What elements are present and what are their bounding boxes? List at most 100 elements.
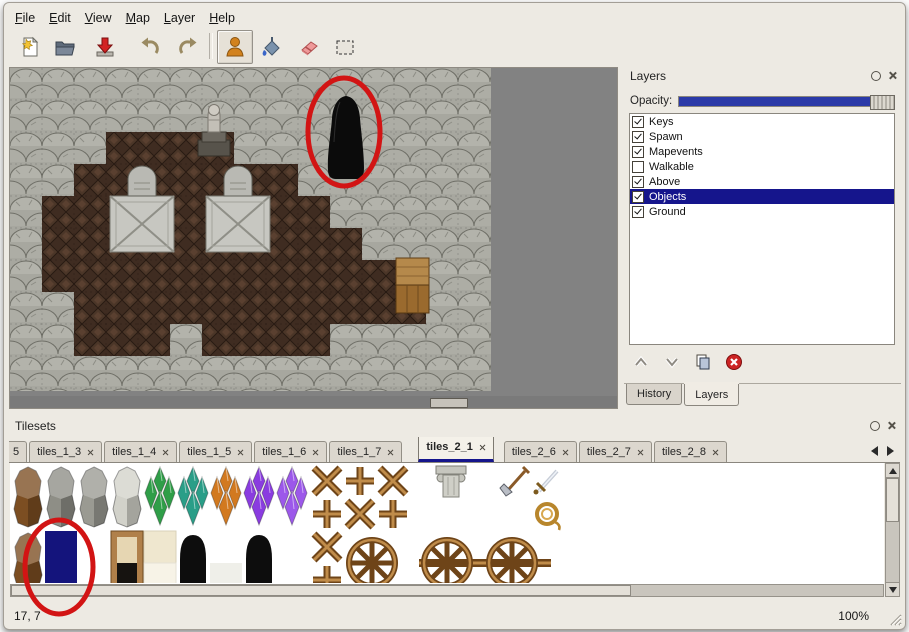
close-icon[interactable] xyxy=(479,444,486,451)
menu-help[interactable]: Help xyxy=(202,9,242,27)
menu-view[interactable]: View xyxy=(78,9,119,27)
track-wheel-tile[interactable] xyxy=(488,539,536,583)
cream-tile[interactable] xyxy=(144,531,176,563)
chevron-down-icon xyxy=(663,354,681,370)
redo-button[interactable] xyxy=(170,30,206,64)
tileset-hscrollbar-thumb[interactable] xyxy=(11,585,631,596)
float-icon xyxy=(870,421,880,431)
door-frame-tile[interactable] xyxy=(111,531,143,583)
map-canvas[interactable] xyxy=(10,68,491,391)
menubar: File Edit View Map Layer Help xyxy=(8,8,901,27)
tab-history[interactable]: History xyxy=(626,384,682,405)
layer-label: Spawn xyxy=(649,131,683,143)
layer-row[interactable]: Spawn xyxy=(630,129,894,144)
tab-layers[interactable]: Layers xyxy=(684,384,739,406)
selected-tile[interactable] xyxy=(45,531,77,583)
eraser-tool-button[interactable] xyxy=(291,30,327,64)
layer-checkbox[interactable] xyxy=(632,206,644,218)
panel-float-button[interactable] xyxy=(868,419,881,432)
close-icon[interactable] xyxy=(387,449,394,456)
tileset-tab-label: tiles_1_7 xyxy=(337,446,381,458)
track-wheel-tile[interactable] xyxy=(348,539,396,583)
new-file-icon xyxy=(18,35,42,59)
layer-row[interactable]: Above xyxy=(630,174,894,189)
tileset-tab[interactable]: tiles_2_8 xyxy=(654,441,727,462)
cream-tile[interactable] xyxy=(144,563,176,583)
layer-row[interactable]: Objects xyxy=(630,189,894,204)
arrow-right-icon xyxy=(887,446,894,456)
layer-row[interactable]: Ground xyxy=(630,204,894,219)
save-button[interactable] xyxy=(87,30,123,64)
rock-brown-tile[interactable] xyxy=(14,533,42,583)
scroll-down-button[interactable] xyxy=(886,582,899,596)
rock-gray-tile[interactable] xyxy=(47,467,75,527)
tab-scroll-left-button[interactable] xyxy=(866,441,882,461)
layer-row[interactable]: Walkable xyxy=(630,159,894,174)
layer-checkbox[interactable] xyxy=(632,146,644,158)
tab-scroll-right-button[interactable] xyxy=(882,441,898,461)
layer-checkbox[interactable] xyxy=(632,191,644,203)
panel-float-button[interactable] xyxy=(869,69,882,82)
layer-checkbox[interactable] xyxy=(632,131,644,143)
tileset-tab[interactable]: tiles_1_5 xyxy=(179,441,252,462)
map-hscrollbar[interactable] xyxy=(10,396,617,408)
panel-close-button[interactable] xyxy=(885,419,898,432)
tileset-tab[interactable]: tiles_1_6 xyxy=(254,441,327,462)
raise-layer-button[interactable] xyxy=(630,351,652,373)
close-icon[interactable] xyxy=(312,449,319,456)
tileset-tab[interactable]: tiles_2_1 xyxy=(418,437,493,462)
tileset-tab-label: tiles_2_1 xyxy=(426,441,472,453)
opacity-slider-handle[interactable] xyxy=(870,95,895,110)
menu-file[interactable]: File xyxy=(8,9,42,27)
tileset-hscrollbar[interactable] xyxy=(10,584,884,597)
pale-tile[interactable] xyxy=(210,563,242,583)
rock-pale-tile[interactable] xyxy=(113,467,141,527)
close-icon[interactable] xyxy=(637,449,644,456)
lower-layer-button[interactable] xyxy=(661,351,683,373)
tileset-tab[interactable]: tiles_1_4 xyxy=(104,441,177,462)
open-button[interactable] xyxy=(47,30,83,64)
rock-gray-light-tile[interactable] xyxy=(80,467,108,527)
resize-grip[interactable] xyxy=(888,612,902,626)
new-map-button[interactable] xyxy=(12,30,48,64)
close-icon[interactable] xyxy=(712,449,719,456)
cave-arch-tile[interactable] xyxy=(180,535,206,583)
close-icon[interactable] xyxy=(562,449,569,456)
track-wheel-tile[interactable] xyxy=(423,539,471,583)
undo-button[interactable] xyxy=(132,30,168,64)
menu-edit[interactable]: Edit xyxy=(42,9,78,27)
rock-brown-tile[interactable] xyxy=(14,467,42,527)
close-icon[interactable] xyxy=(162,449,169,456)
tileset-content[interactable] xyxy=(10,463,884,584)
menu-layer[interactable]: Layer xyxy=(157,9,202,27)
tileset-tab[interactable]: tiles_2_7 xyxy=(579,441,652,462)
layer-row[interactable]: Keys xyxy=(630,114,894,129)
scroll-up-button[interactable] xyxy=(886,464,899,478)
fill-tool-button[interactable] xyxy=(253,30,289,64)
tileset-grid[interactable] xyxy=(10,463,883,583)
eraser-icon xyxy=(297,35,321,59)
select-tool-button[interactable] xyxy=(327,30,363,64)
layer-checkbox[interactable] xyxy=(632,176,644,188)
layer-row[interactable]: Mapevents xyxy=(630,144,894,159)
opacity-slider[interactable] xyxy=(678,96,895,107)
duplicate-layer-button[interactable] xyxy=(692,351,714,373)
delete-layer-button[interactable] xyxy=(723,351,745,373)
cave-arch-tile[interactable] xyxy=(246,535,272,583)
menu-map[interactable]: Map xyxy=(119,9,157,27)
tileset-tab[interactable]: tiles_1_3 xyxy=(29,441,102,462)
layer-list[interactable]: Keys Spawn Mapevents Walkable Above Obje… xyxy=(629,113,895,345)
tileset-tab[interactable]: tiles_2_6 xyxy=(504,441,577,462)
tileset-tab[interactable]: tiles_1_7 xyxy=(329,441,402,462)
map-hscrollbar-thumb[interactable] xyxy=(430,398,468,408)
layer-checkbox[interactable] xyxy=(632,161,644,173)
tileset-vscrollbar[interactable] xyxy=(885,463,900,597)
map-view[interactable] xyxy=(9,67,618,409)
panel-close-button[interactable] xyxy=(886,69,899,82)
tileset-vscrollbar-thumb[interactable] xyxy=(886,478,899,522)
tileset-tab[interactable]: 5 xyxy=(9,441,27,462)
layer-checkbox[interactable] xyxy=(632,116,644,128)
close-icon[interactable] xyxy=(87,449,94,456)
stamp-tool-button[interactable] xyxy=(217,30,253,64)
close-icon[interactable] xyxy=(237,449,244,456)
